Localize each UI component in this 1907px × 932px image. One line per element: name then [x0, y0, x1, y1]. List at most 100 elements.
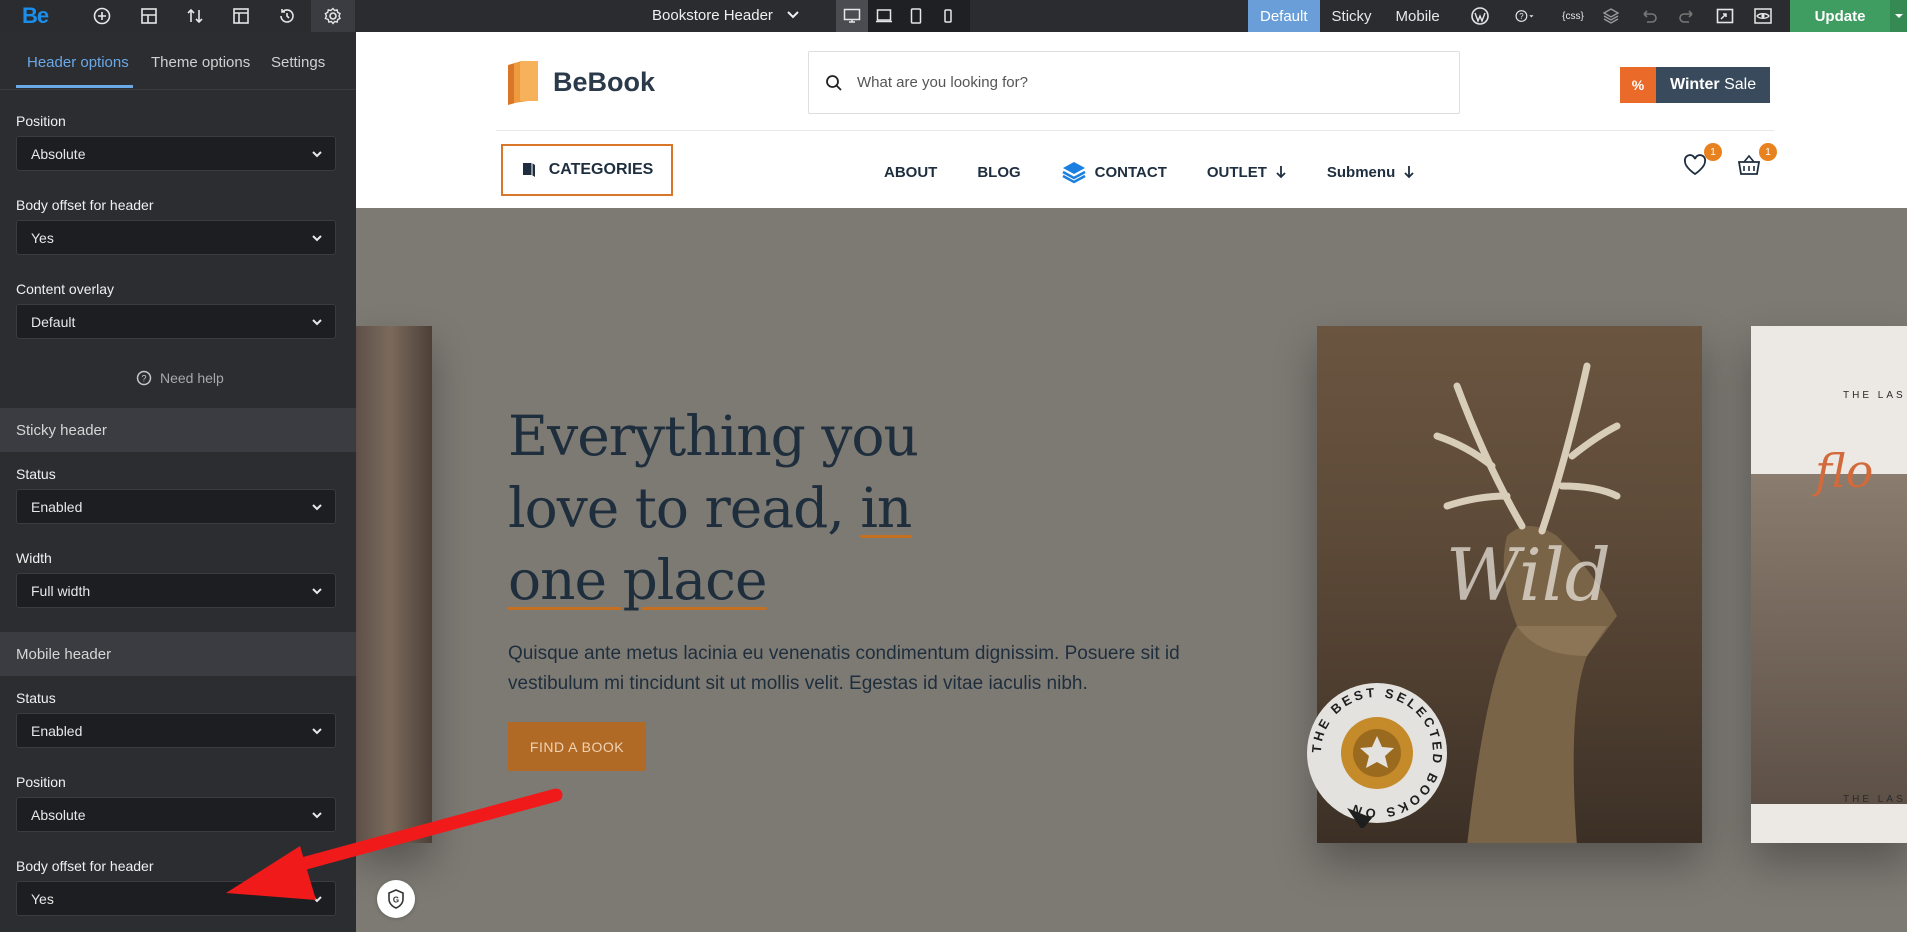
position-select-value: Absolute: [31, 145, 86, 162]
hero-headline: Everything you love to read, in one plac…: [508, 400, 1028, 616]
tab-settings[interactable]: Settings: [271, 54, 325, 71]
mobile-status-label: Status: [16, 690, 56, 706]
header-mode-switcher: Default Sticky Mobile: [1248, 0, 1452, 32]
book-logo-icon[interactable]: [504, 59, 544, 112]
position-select[interactable]: Absolute: [16, 136, 336, 171]
chevron-down-icon: [311, 147, 323, 163]
categories-button[interactable]: CATEGORIES: [501, 144, 673, 196]
nav-label: BLOG: [977, 163, 1021, 181]
content-overlay-select[interactable]: Default: [16, 304, 336, 339]
svg-text:?: ?: [1519, 12, 1524, 21]
laptop-icon[interactable]: [868, 0, 900, 32]
site-header: BeBook % Winter Sale CATEGORIES ABOUT BL…: [356, 32, 1907, 208]
body-offset-select[interactable]: Yes: [16, 220, 336, 255]
preview-eye-icon[interactable]: [1741, 0, 1785, 32]
hero-headline-line3: one place: [508, 548, 768, 612]
layout-add-icon[interactable]: [127, 0, 171, 32]
chevron-down-icon: [311, 892, 323, 908]
sale-text-rest: Sale: [1724, 76, 1757, 93]
hero-section: Wild flo THE LAS THE LAS THE BEST SELECT…: [356, 208, 1907, 932]
mobile-icon[interactable]: [932, 0, 964, 32]
desktop-icon[interactable]: [836, 0, 868, 32]
mode-mobile-button[interactable]: Mobile: [1384, 0, 1452, 32]
sticky-header-section[interactable]: Sticky header: [0, 408, 356, 452]
sidebar-tabs: Header options Theme options Settings: [0, 32, 356, 90]
be-logo[interactable]: Be: [22, 3, 49, 29]
nav-item-blog[interactable]: BLOG: [977, 164, 1020, 181]
header-title-dropdown[interactable]: Bookstore Header: [652, 7, 773, 24]
help-icon[interactable]: ?: [1505, 0, 1545, 32]
book-icon: [522, 163, 535, 177]
search-icon: [826, 74, 842, 91]
body-offset-label: Body offset for header: [16, 197, 154, 213]
mode-default-button[interactable]: Default: [1248, 0, 1320, 32]
chevron-down-icon: [311, 584, 323, 600]
layers-blue-icon: [1062, 162, 1086, 184]
mobile-header-section[interactable]: Mobile header: [0, 632, 356, 676]
device-switcher: [836, 0, 970, 32]
top-toolbar: Be Bookstore Header Default Sticky Mobil…: [0, 0, 1907, 32]
chevron-down-icon: [311, 808, 323, 824]
options-sidebar: Header options Theme options Settings Po…: [0, 32, 356, 932]
history-icon[interactable]: [265, 0, 309, 32]
sticky-width-select[interactable]: Full width: [16, 573, 336, 608]
mobile-status-select[interactable]: Enabled: [16, 713, 336, 748]
sale-text-bold: Winter: [1670, 76, 1720, 93]
arrow-down-icon: [1276, 166, 1286, 179]
chevron-down-icon: [311, 315, 323, 331]
best-books-stamp: THE BEST SELECTED BOOKS ON: [1302, 678, 1452, 830]
search-input[interactable]: [855, 73, 1415, 92]
help-icon: ?: [136, 370, 152, 386]
update-button[interactable]: Update: [1790, 0, 1890, 32]
hero-headline-line2a: love to read,: [508, 476, 845, 540]
mobile-position-select[interactable]: Absolute: [16, 797, 336, 832]
settings-gear-icon[interactable]: [311, 0, 355, 32]
mobile-body-offset-label: Body offset for header: [16, 858, 154, 874]
chevron-down-icon[interactable]: [786, 7, 800, 26]
sort-arrows-icon[interactable]: [173, 0, 217, 32]
book-photo: [1751, 474, 1907, 804]
nav-item-about[interactable]: ABOUT: [884, 164, 937, 181]
find-a-book-button[interactable]: FIND A BOOK: [508, 722, 646, 771]
mode-sticky-button[interactable]: Sticky: [1320, 0, 1384, 32]
sticky-width-label: Width: [16, 550, 52, 566]
position-label: Position: [16, 113, 66, 129]
tablet-icon[interactable]: [900, 0, 932, 32]
svg-text:?: ?: [141, 374, 146, 384]
chevron-down-icon: [311, 231, 323, 247]
book-cover-right: flo: [1751, 326, 1907, 843]
template-icon[interactable]: [219, 0, 263, 32]
update-options-chevron-icon[interactable]: [1890, 0, 1907, 32]
tab-theme-options[interactable]: Theme options: [151, 54, 250, 71]
shield-g-icon[interactable]: G: [377, 880, 415, 918]
add-element-icon[interactable]: [80, 0, 124, 32]
cart-basket-icon[interactable]: [1736, 153, 1762, 182]
nav-item-submenu[interactable]: Submenu: [1327, 164, 1415, 181]
wishlist-heart-icon[interactable]: [1682, 153, 1708, 182]
book-title-wild: Wild: [1446, 533, 1611, 617]
sticky-status-select[interactable]: Enabled: [16, 489, 336, 524]
tab-header-options[interactable]: Header options: [27, 54, 129, 71]
nav-label: ABOUT: [884, 163, 938, 181]
site-search-bar[interactable]: [808, 51, 1460, 114]
content-overlay-select-value: Default: [31, 313, 76, 330]
hero-headline-line1: Everything you: [508, 404, 919, 468]
hero-headline-line2b: in: [860, 476, 912, 540]
need-help-label: Need help: [160, 370, 224, 386]
site-logo-text[interactable]: BeBook: [553, 67, 655, 98]
css-icon-label: {css}: [1562, 10, 1584, 22]
nav-item-outlet[interactable]: OUTLET: [1207, 164, 1287, 181]
mobile-body-offset-select[interactable]: Yes: [16, 881, 336, 916]
need-help-link[interactable]: ? Need help: [136, 370, 224, 386]
mobile-body-offset-value: Yes: [31, 890, 54, 907]
wishlist-count-badge: 1: [1704, 143, 1722, 161]
hero-subtitle: Quisque ante metus lacinia eu venenatis …: [508, 643, 1180, 694]
wordpress-icon[interactable]: [1458, 0, 1502, 32]
main-nav: ABOUT BLOG CONTACT OUTLET Submenu: [884, 160, 1415, 184]
chevron-down-icon: [311, 500, 323, 516]
winter-sale-banner[interactable]: % Winter Sale: [1620, 67, 1770, 103]
book-script-title: flo: [1815, 444, 1874, 498]
nav-item-contact[interactable]: CONTACT: [1061, 160, 1167, 184]
header-divider: [496, 130, 1774, 131]
cart-count-badge: 1: [1759, 143, 1777, 161]
